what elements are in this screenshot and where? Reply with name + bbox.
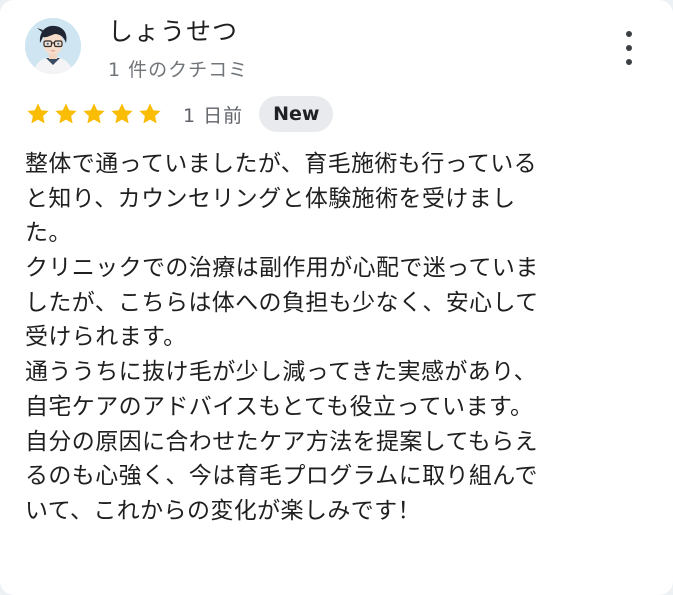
review-card: しょうせつ 1 件のクチコミ 1 日前 New 整体で通っていましたが、育毛施術… (0, 0, 673, 595)
more-options-button[interactable] (612, 28, 646, 68)
review-date: 1 日前 (183, 104, 244, 127)
reviewer-name[interactable]: しょうせつ (108, 12, 238, 48)
review-count[interactable]: 1 件のクチコミ (108, 55, 248, 82)
avatar-illustration (25, 18, 81, 74)
review-text-line: 自宅ケアのアドバイスもとても役立っています。 (25, 393, 534, 420)
review-text-line: いて、これからの変化が楽しみです！ (25, 497, 421, 524)
star-icon (139, 103, 161, 124)
avatar[interactable] (25, 18, 81, 74)
review-text-line: 整体で通っていましたが、育毛施術も行っている (25, 151, 538, 177)
rating-row: 1 日前 New (25, 96, 334, 132)
review-text-line: 自分の原因に合わせたケア方法を提案してもらえ (25, 428, 538, 455)
star-icon (111, 103, 133, 124)
review-text-line: 受けられます。 (25, 324, 187, 351)
new-badge: New (259, 96, 334, 132)
star-icon (55, 103, 77, 124)
review-text-line: るのも心強く、今は育毛プログラムに取り組んで (25, 463, 538, 490)
review-text-line: 通ううちに抜け毛が少し減ってきた実感があり、 (25, 359, 538, 386)
review-text-line: したが、こちらは体への負担も少なく、安心して (25, 289, 539, 316)
review-text: 整体で通っていましたが、育毛施術も行っている と知り、カウンセリングと体験施術を受… (25, 147, 645, 529)
review-text-line: た。 (25, 220, 72, 247)
review-text-line: と知り、カウンセリングと体験施術を受けまし (25, 185, 516, 212)
star-rating (25, 101, 165, 127)
review-text-line: クリニックでの治療は副作用が心配で迷っていま (25, 255, 539, 282)
star-icon (83, 103, 105, 124)
star-icon (27, 103, 49, 124)
